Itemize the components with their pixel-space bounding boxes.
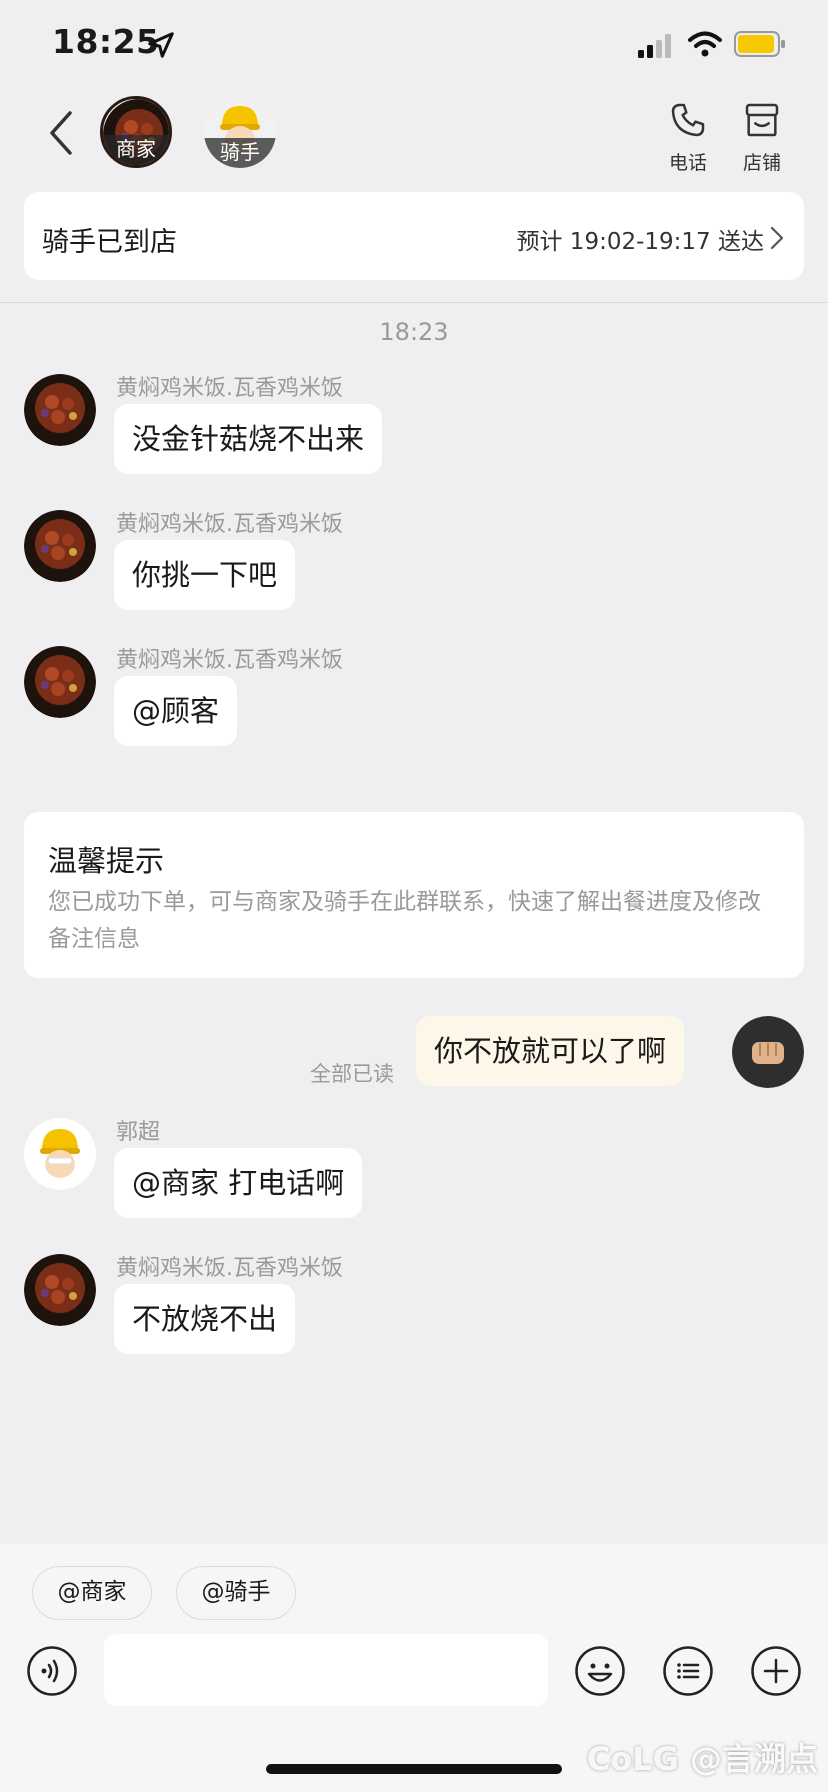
read-status: 全部已读 [310,1062,394,1086]
shop-message-avatar[interactable] [24,374,96,446]
call-label: 电话 [668,152,707,174]
signal-icon [638,34,671,58]
rider-face-icon [24,1118,96,1190]
tip-title: 温馨提示 [48,844,165,878]
message-sender: 黄焖鸡米饭.瓦香鸡米饭 [116,512,343,537]
tip-body: 您已成功下单，可与商家及骑手在此群联系，快速了解出餐进度及修改备注信息 [48,889,761,952]
message-bubble[interactable]: @顾客 [114,676,238,746]
store-label: 店铺 [742,152,781,174]
chevron-right-icon [770,226,784,250]
message-bubble[interactable]: 不放烧不出 [114,1284,296,1354]
message-sender: 黄焖鸡米饭.瓦香鸡米饭 [116,1256,343,1281]
order-eta: 预计 19:02-19:17 送达 [516,229,765,255]
fist-icon [732,1016,804,1088]
store-icon [745,103,779,137]
rider-tag: 骑手 [204,138,276,168]
mention-shop-button[interactable]: @商家 [32,1566,152,1620]
message-bubble[interactable]: 你挑一下吧 [114,540,296,610]
quick-reply-icon[interactable] [662,1645,714,1697]
order-status-title: 骑手已到店 [42,227,177,258]
battery-icon [734,31,785,57]
message-sender: 郭超 [116,1120,161,1145]
shop-avatar[interactable]: 商家 [100,96,172,168]
food-image-icon [24,1254,96,1326]
my-avatar[interactable] [732,1016,804,1088]
mention-rider-button[interactable]: @骑手 [176,1566,296,1620]
back-icon[interactable] [46,110,76,156]
home-indicator [266,1764,562,1774]
message-sender: 黄焖鸡米饭.瓦香鸡米饭 [116,376,343,401]
emoji-icon[interactable] [574,1645,626,1697]
shop-message-avatar[interactable] [24,510,96,582]
plus-icon[interactable] [750,1645,802,1697]
store-button[interactable]: 店铺 [732,100,792,175]
my-message-bubble[interactable]: 你不放就可以了啊 [416,1016,685,1086]
watermark: CoLG @言溯点 [586,1740,818,1778]
message-sender: 黄焖鸡米饭.瓦香鸡米饭 [116,648,343,673]
shop-message-avatar[interactable] [24,1254,96,1326]
message-input[interactable] [104,1634,548,1706]
food-image-icon [24,510,96,582]
message-bubble[interactable]: 没金针菇烧不出来 [114,404,383,474]
wifi-icon [688,31,722,57]
call-button[interactable]: 电话 [658,100,718,175]
food-image-icon [24,646,96,718]
phone-icon [671,103,705,137]
rider-message-avatar[interactable] [24,1118,96,1190]
header-divider [0,302,828,303]
status-time: 18:25 [52,22,160,61]
food-image-icon [24,374,96,446]
location-arrow-icon [148,32,174,58]
message-bubble[interactable]: @商家 打电话啊 [114,1148,363,1218]
shop-tag: 商家 [103,135,169,165]
rider-avatar[interactable]: 骑手 [204,96,276,168]
voice-icon[interactable] [26,1645,78,1697]
chat-timestamp: 18:23 [379,318,449,346]
shop-message-avatar[interactable] [24,646,96,718]
